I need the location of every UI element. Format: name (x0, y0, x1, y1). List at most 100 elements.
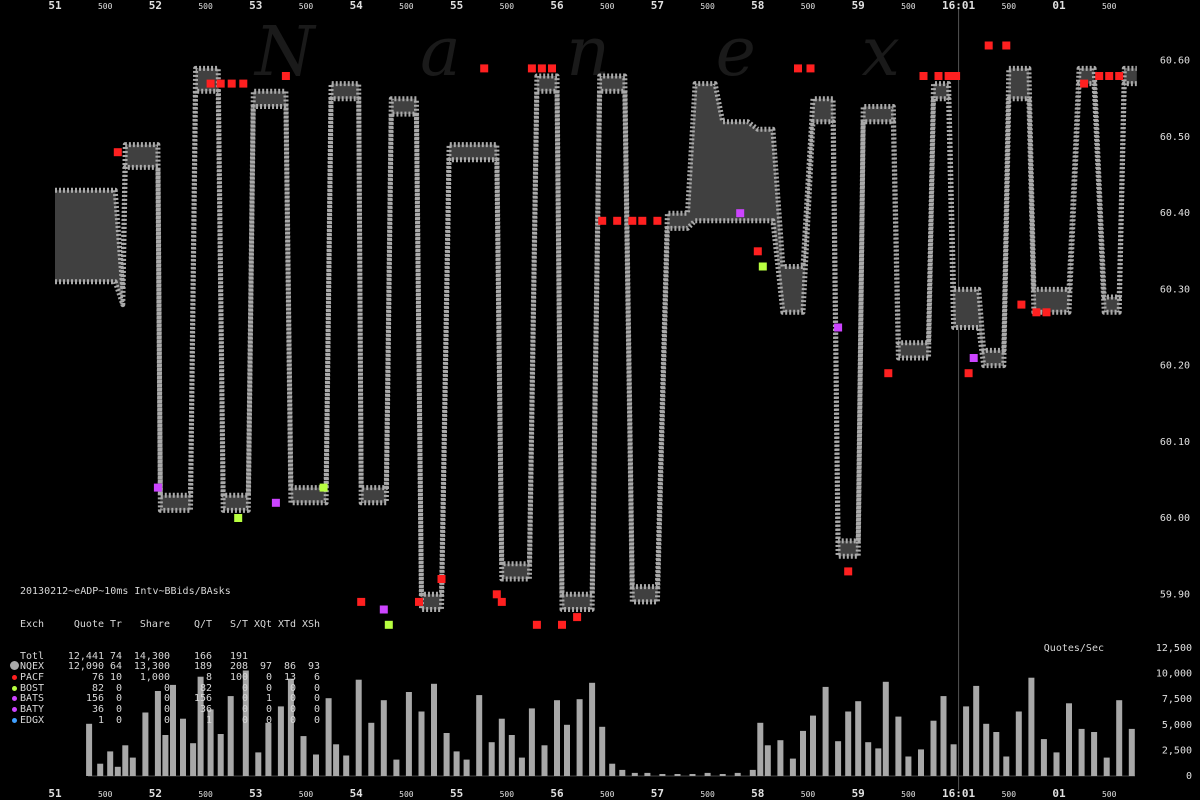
quote-rate-bar (393, 759, 400, 776)
exchange-marker (437, 575, 446, 583)
exchange-marker (537, 64, 546, 73)
exchange-marker (834, 323, 843, 332)
exchange-marker (952, 72, 961, 80)
stats-header: Share (139, 618, 170, 630)
quote-rate-bar (973, 685, 980, 776)
quote-rate-bar (564, 724, 570, 776)
stats-row-marker (8, 673, 20, 684)
quote-rate-bar (463, 759, 470, 776)
quote-rate-bar (508, 735, 515, 776)
quote-rate-bar (554, 700, 560, 776)
stats-cell: 0 (163, 704, 170, 716)
price-tick-label: 60.30 (1160, 284, 1190, 295)
quote-rate-bar (380, 700, 387, 776)
exchange-marker (1042, 308, 1051, 317)
exchange-marker (281, 72, 290, 80)
x-tick-label-top: 59 (852, 0, 865, 12)
quote-rate-bar (777, 740, 784, 776)
x-tick-label-top: 500 (1102, 2, 1117, 11)
stats-cell: 0 (289, 714, 296, 726)
stats-cell: 36 (91, 704, 104, 716)
stats-header: XTd (277, 618, 296, 630)
stats-cell: 1 (97, 714, 104, 726)
exchange-marker (573, 613, 582, 622)
quote-rate-bar (644, 772, 651, 776)
quote-rate-bar (983, 723, 990, 776)
quote-rate-bar (114, 766, 121, 776)
stats-row-marker (8, 694, 20, 705)
exchange-stats-table: 20130212~eADP~10ms Intv~BBids/BAsks Exch… (8, 566, 320, 737)
x-tick-label-top: 500 (500, 2, 515, 11)
exchange-marker (234, 514, 243, 522)
stats-cell: 1 (205, 714, 212, 726)
quote-rate-bar (313, 754, 319, 776)
quote-rate-bar (107, 751, 114, 776)
quote-rate-bar (1078, 728, 1085, 776)
exchange-marker (844, 567, 853, 576)
quote-rate-bar (190, 743, 197, 776)
quote-rate-tick-label: 12,500 (1156, 643, 1192, 654)
quote-rate-bar (431, 683, 437, 776)
x-tick-label-top: 500 (1002, 2, 1017, 11)
quote-rate-bar (631, 772, 638, 776)
exchange-marker (497, 597, 506, 606)
x-tick-label-top: 57 (651, 0, 664, 12)
quote-rate-bar (325, 698, 332, 776)
stats-cell: 1,000 (139, 671, 170, 683)
exchange-marker (1017, 300, 1026, 309)
stats-cell: 0 (241, 714, 248, 726)
x-tick-label-bottom: 500 (299, 790, 314, 799)
x-tick-label-top: 500 (98, 2, 113, 11)
exchange-marker (239, 79, 248, 88)
stats-cell: 0 (115, 714, 122, 726)
quote-rate-bar (576, 699, 583, 776)
exchange-marker (806, 64, 815, 73)
quote-rate-bar (993, 732, 1000, 776)
exchange-marker (379, 605, 388, 614)
quote-rate-bar (963, 706, 970, 776)
exchange-marker (384, 620, 393, 629)
x-tick-label-top: 500 (600, 2, 615, 11)
quote-rate-bar (704, 772, 711, 776)
exchange-marker (216, 79, 225, 88)
quote-rate-bar (1015, 711, 1022, 776)
quote-rate-bar (918, 749, 924, 776)
x-tick-label-top: 500 (700, 2, 715, 11)
stats-row-marker (8, 716, 20, 727)
exchange-marker (934, 72, 943, 80)
quote-rate-bar (368, 722, 375, 776)
quote-rate-bar (810, 715, 816, 776)
quote-rate-bar (1091, 732, 1098, 776)
exchange-marker (1080, 79, 1089, 88)
exchange-marker (480, 64, 489, 73)
x-tick-label-top: 53 (249, 0, 262, 12)
quote-rate-bar (719, 774, 726, 776)
x-tick-label-bottom: 53 (249, 787, 262, 800)
quote-rate-bar (488, 742, 495, 776)
quote-rate-bar (255, 752, 262, 776)
quote-rate-bar (659, 774, 666, 776)
stats-cell: 0 (163, 714, 170, 726)
x-tick-label-top: 56 (550, 0, 564, 12)
stats-row-marker (8, 684, 20, 695)
x-tick-label-bottom: 56 (550, 787, 564, 800)
stats-row-marker (8, 705, 20, 716)
x-tick-label-top: 58 (751, 0, 764, 12)
quote-rate-bar (355, 679, 362, 776)
quote-rate-bar (905, 756, 912, 776)
price-tick-label: 60.20 (1160, 361, 1190, 372)
quote-rate-bar (418, 711, 425, 776)
quote-rate-bar (855, 701, 862, 776)
exchange-marker (1002, 41, 1011, 50)
exchange-marker (613, 216, 622, 225)
quote-rate-bar (734, 772, 741, 776)
x-tick-label-bottom: 500 (1002, 790, 1017, 799)
exchange-marker (492, 590, 501, 599)
x-tick-label-top: 01 (1052, 0, 1066, 12)
quote-rate-bar (895, 716, 902, 776)
x-tick-label-bottom: 55 (450, 787, 463, 800)
exchange-marker (206, 79, 215, 88)
exchange-marker (558, 620, 566, 629)
quote-rate-bar (822, 686, 829, 776)
price-tick-label: 60.50 (1160, 132, 1190, 143)
